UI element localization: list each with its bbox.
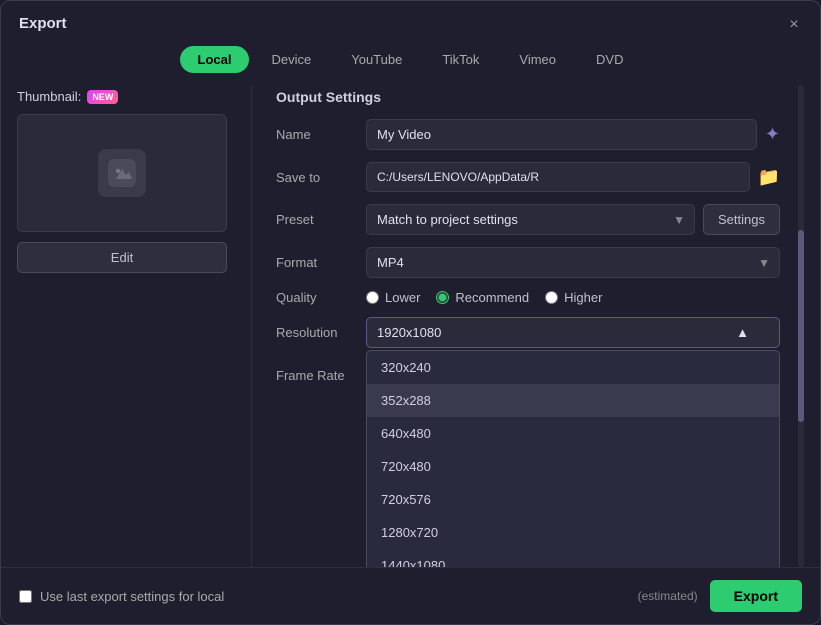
- name-control: ✦: [366, 119, 780, 150]
- thumbnail-label: Thumbnail: NEW: [17, 89, 227, 104]
- tab-dvd[interactable]: DVD: [578, 46, 641, 73]
- quality-recommend-option[interactable]: Recommend: [436, 290, 529, 305]
- output-settings-title: Output Settings: [276, 89, 780, 105]
- main-content: Thumbnail: NEW Edit Output Settings: [1, 85, 820, 567]
- panel-divider: [251, 85, 252, 567]
- resolution-label: Resolution: [276, 325, 366, 340]
- close-button[interactable]: ×: [784, 15, 804, 35]
- right-panel: Output Settings Name ✦ Save to 📁 Prese: [276, 85, 780, 567]
- save-to-label: Save to: [276, 170, 366, 185]
- quality-higher-radio[interactable]: [545, 291, 558, 304]
- folder-icon[interactable]: 📁: [758, 167, 780, 188]
- resolution-row: Resolution 1920x1080 ▲ 320x240 352x288 6…: [276, 317, 780, 348]
- tab-tiktok[interactable]: TikTok: [424, 46, 497, 73]
- resolution-option-352x288[interactable]: 352x288: [367, 384, 779, 417]
- title-bar: Export ×: [1, 1, 820, 42]
- format-select[interactable]: MP4: [366, 247, 780, 278]
- footer-right: (estimated) Export: [638, 580, 802, 612]
- resolution-current-value: 1920x1080: [377, 325, 441, 340]
- resolution-select-button[interactable]: 1920x1080 ▲: [366, 317, 780, 348]
- save-to-row: Save to 📁: [276, 162, 780, 192]
- settings-button[interactable]: Settings: [703, 204, 780, 235]
- resolution-option-640x480[interactable]: 640x480: [367, 417, 779, 450]
- use-last-export-checkbox[interactable]: [19, 590, 32, 603]
- footer: Use last export settings for local (esti…: [1, 567, 820, 624]
- preset-select-wrapper: Match to project settings ▼: [366, 204, 695, 235]
- format-row: Format MP4 ▼: [276, 247, 780, 278]
- quality-lower-radio[interactable]: [366, 291, 379, 304]
- scrollbar-thumb[interactable]: [798, 230, 804, 423]
- left-panel: Thumbnail: NEW Edit: [17, 85, 227, 567]
- name-input[interactable]: [366, 119, 757, 150]
- export-dialog: Export × Local Device YouTube TikTok Vim…: [0, 0, 821, 625]
- thumbnail-text: Thumbnail:: [17, 89, 81, 104]
- quality-higher-label: Higher: [564, 290, 602, 305]
- save-to-control: 📁: [366, 162, 780, 192]
- save-to-input[interactable]: [366, 162, 750, 192]
- resolution-dropdown: 320x240 352x288 640x480 720x480 720x576 …: [366, 350, 780, 567]
- frame-rate-label: Frame Rate: [276, 368, 366, 383]
- resolution-chevron-up-icon: ▲: [736, 325, 749, 340]
- format-control: MP4 ▼: [366, 247, 780, 278]
- format-label: Format: [276, 255, 366, 270]
- quality-row: Quality Lower Recommend Higher: [276, 290, 780, 305]
- edit-button[interactable]: Edit: [17, 242, 227, 273]
- tab-device[interactable]: Device: [253, 46, 329, 73]
- quality-recommend-radio[interactable]: [436, 291, 449, 304]
- name-row: Name ✦: [276, 119, 780, 150]
- tab-local[interactable]: Local: [180, 46, 250, 73]
- use-last-export-label: Use last export settings for local: [40, 589, 224, 604]
- preset-control: Match to project settings ▼ Settings: [366, 204, 780, 235]
- quality-recommend-label: Recommend: [455, 290, 529, 305]
- tabs-bar: Local Device YouTube TikTok Vimeo DVD: [1, 42, 820, 85]
- preset-label: Preset: [276, 212, 366, 227]
- resolution-option-720x480[interactable]: 720x480: [367, 450, 779, 483]
- preset-row: Preset Match to project settings ▼ Setti…: [276, 204, 780, 235]
- resolution-option-1440x1080[interactable]: 1440x1080: [367, 549, 779, 567]
- quality-control: Lower Recommend Higher: [366, 290, 780, 305]
- resolution-option-1280x720[interactable]: 1280x720: [367, 516, 779, 549]
- resolution-control: 1920x1080 ▲ 320x240 352x288 640x480 720x…: [366, 317, 780, 348]
- thumbnail-preview: [17, 114, 227, 232]
- scrollbar-track[interactable]: [796, 85, 804, 567]
- new-badge: NEW: [87, 90, 118, 104]
- name-label: Name: [276, 127, 366, 142]
- preset-select[interactable]: Match to project settings: [366, 204, 695, 235]
- resolution-option-720x576[interactable]: 720x576: [367, 483, 779, 516]
- ai-icon[interactable]: ✦: [765, 124, 780, 145]
- quality-lower-option[interactable]: Lower: [366, 290, 420, 305]
- tab-vimeo[interactable]: Vimeo: [501, 46, 574, 73]
- quality-label: Quality: [276, 290, 366, 305]
- estimated-label: (estimated): [638, 589, 698, 603]
- quality-lower-label: Lower: [385, 290, 420, 305]
- use-last-export-option[interactable]: Use last export settings for local: [19, 589, 224, 604]
- quality-higher-option[interactable]: Higher: [545, 290, 602, 305]
- export-button[interactable]: Export: [710, 580, 802, 612]
- thumbnail-icon: [98, 149, 146, 197]
- dialog-title: Export: [19, 15, 67, 32]
- tab-youtube[interactable]: YouTube: [333, 46, 420, 73]
- resolution-option-320x240[interactable]: 320x240: [367, 351, 779, 384]
